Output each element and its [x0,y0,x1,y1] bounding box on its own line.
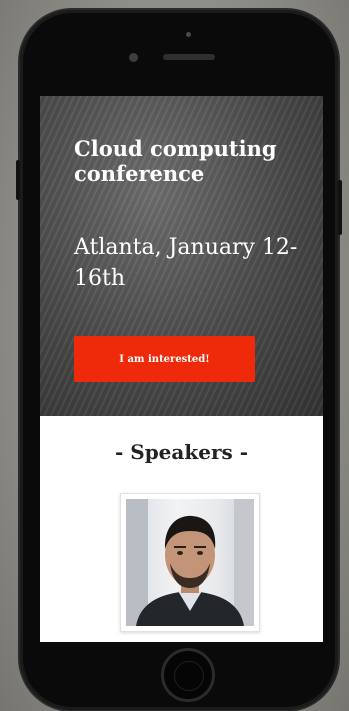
hero-section: Cloud computing conference Atlanta, Janu… [40,96,323,416]
speakers-heading: - Speakers - [114,440,249,464]
front-camera-icon [129,53,138,62]
home-button-ring [174,661,204,691]
phone-frame: Cloud computing conference Atlanta, Janu… [16,10,342,710]
speaker-portrait-icon [126,499,254,626]
conference-location-date: Atlanta, January 12-16th [74,235,298,291]
phone-screen: Cloud computing conference Atlanta, Janu… [40,96,323,642]
home-button[interactable] [161,648,215,702]
speaker-card[interactable] [120,493,260,632]
earpiece-speaker [163,54,215,60]
power-button [338,180,342,235]
speaker-avatar [126,499,254,626]
conference-title: Cloud computing conference [74,136,277,186]
interested-button[interactable]: I am interested! [74,336,255,382]
volume-button [16,160,20,200]
proximity-sensor [186,32,191,37]
